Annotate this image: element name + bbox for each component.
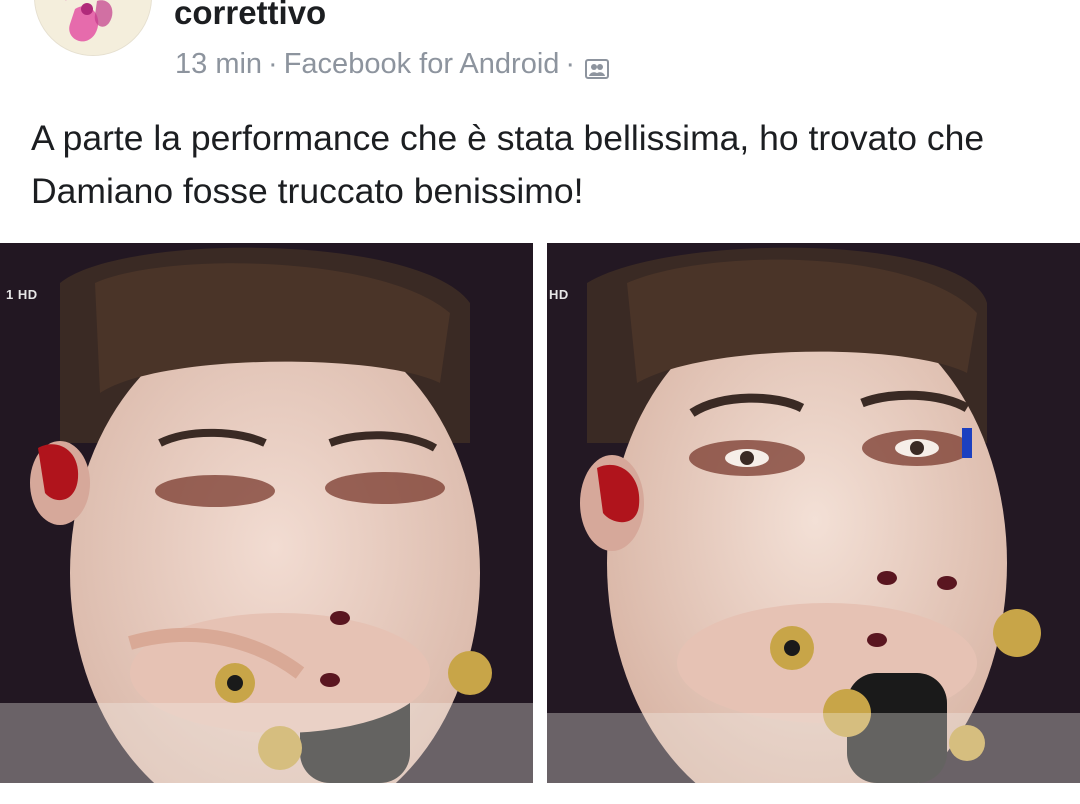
meta-separator: · bbox=[268, 47, 278, 80]
channel-badge: 1 HD bbox=[6, 287, 38, 302]
author-avatar[interactable] bbox=[34, 0, 152, 56]
author-name[interactable]: correttivo bbox=[174, 0, 326, 32]
post-meta: 13 min · Facebook for Android · bbox=[175, 44, 610, 84]
avatar-image bbox=[35, 0, 151, 55]
photo-image bbox=[0, 243, 533, 783]
post-photo-right[interactable]: HD bbox=[547, 243, 1080, 783]
photo-image bbox=[547, 243, 1080, 783]
meta-separator-2: · bbox=[565, 47, 576, 80]
post-text: A parte la performance che è stata belli… bbox=[31, 118, 985, 211]
post-time[interactable]: 13 min bbox=[175, 48, 262, 81]
post-bottom-spacer bbox=[0, 783, 1080, 804]
post-photo-left[interactable]: 1 HD bbox=[0, 243, 533, 783]
channel-badge: HD bbox=[549, 287, 569, 302]
friends-icon[interactable] bbox=[585, 54, 610, 79]
post-source: Facebook for Android bbox=[283, 47, 560, 80]
